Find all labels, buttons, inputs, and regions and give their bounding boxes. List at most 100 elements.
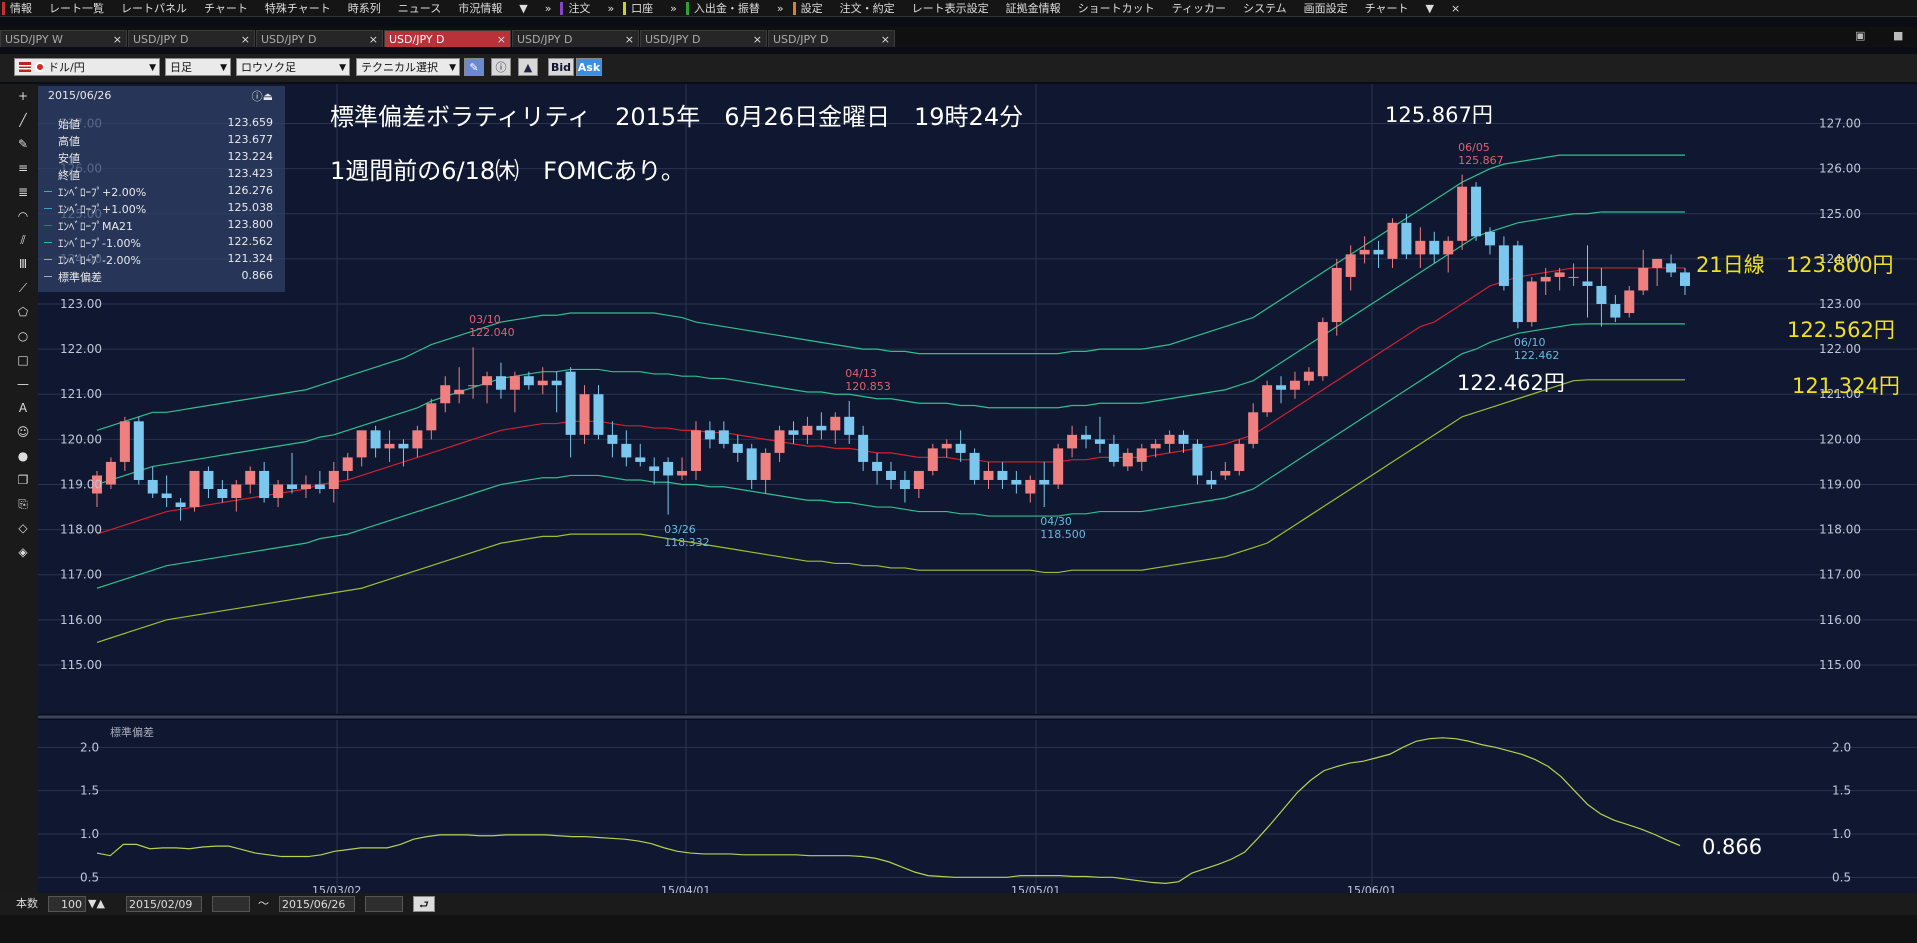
count-input[interactable]: 100: [48, 896, 86, 912]
candle-body: [1387, 222, 1398, 259]
to-time-input[interactable]: [365, 896, 403, 912]
count-stepper[interactable]: ▼▲: [88, 896, 116, 912]
drawing-tool-14-icon[interactable]: ☺: [13, 422, 33, 442]
ohlc-value: 122.562: [227, 235, 274, 248]
ohlc-label: 標準偏差: [58, 271, 102, 284]
candle-body: [1136, 448, 1147, 462]
candle-body: [287, 484, 298, 489]
point-value: 122.462: [1513, 349, 1560, 363]
drawing-tool-12-icon[interactable]: —: [13, 374, 33, 394]
from-date-input[interactable]: 2015/02/09: [126, 896, 202, 912]
refresh-button[interactable]: ⮐: [413, 896, 435, 912]
ohlc-value: 121.324: [227, 252, 274, 265]
candle-body: [147, 479, 158, 494]
sub-y-tick-left: 0.5: [80, 870, 99, 884]
ohlc-row: 終値 123.423: [38, 167, 285, 183]
candle-body: [1053, 448, 1064, 485]
candle-body: [203, 470, 214, 489]
candle[interactable]: [1317, 317, 1328, 381]
drawing-tool-13-icon[interactable]: A: [13, 398, 33, 418]
sub-y-tick-right: 0.5: [1832, 870, 1851, 884]
candle[interactable]: [1512, 240, 1523, 329]
drawing-tool-4-icon[interactable]: ≣: [13, 182, 33, 202]
candle-body: [440, 385, 451, 404]
candle[interactable]: [1526, 276, 1537, 327]
candle-body: [1248, 412, 1259, 444]
chart-canvas: 127.00127.00126.00126.00125.00125.00124.…: [0, 84, 1917, 897]
candle-body: [273, 484, 284, 499]
annotation-high: 125.867円: [1385, 103, 1493, 127]
candle-body: [314, 484, 325, 489]
candle-body: [677, 470, 688, 476]
candle-body: [969, 452, 980, 480]
ohlc-label: ｴﾝﾍﾞﾛｰﾌﾟ-1.00%: [58, 237, 141, 250]
candle-body: [119, 421, 130, 462]
candle-body: [1122, 452, 1133, 467]
candle-body: [788, 430, 799, 435]
drawing-tool-9-icon[interactable]: ⬠: [13, 302, 33, 322]
y-tick-right: 117.00: [1819, 568, 1861, 582]
candle[interactable]: [1624, 285, 1635, 318]
candle-body: [384, 443, 395, 449]
drawing-tool-2-icon[interactable]: ✎: [13, 134, 33, 154]
drawing-tool-8-icon[interactable]: ⟋: [13, 278, 33, 298]
ohlc-row: ｴﾝﾍﾞﾛｰﾌﾟ-2.00% 121.324: [38, 252, 285, 268]
from-time-input[interactable]: [212, 896, 250, 912]
to-date-input[interactable]: 2015/06/26: [279, 896, 355, 912]
candle-body: [844, 416, 855, 435]
y-tick-left: 115.00: [60, 658, 102, 672]
candle[interactable]: [969, 448, 980, 485]
candle-body: [1638, 267, 1649, 291]
candle-body: [1568, 276, 1579, 278]
candle[interactable]: [133, 416, 144, 485]
legend-swatch: [44, 259, 52, 260]
candle-body: [300, 484, 311, 489]
candle-body: [1596, 285, 1607, 305]
drawing-tool-5-icon[interactable]: ◠: [13, 206, 33, 226]
sub-y-tick-right: 2.0: [1832, 740, 1851, 754]
candle-body: [1582, 281, 1593, 286]
candle-body: [1652, 258, 1663, 268]
candle-body: [746, 448, 757, 480]
candle[interactable]: [105, 457, 116, 489]
point-value: 118.332: [664, 535, 710, 549]
drawing-tool-19-icon[interactable]: ◈: [13, 542, 33, 562]
candle-body: [1484, 231, 1495, 246]
candle-body: [1025, 479, 1036, 494]
candle-body: [635, 457, 646, 462]
ohlc-row: 始値 123.659: [38, 116, 285, 132]
point-date: 04/30: [1040, 515, 1072, 529]
drawing-tool-1-icon[interactable]: ╱: [13, 110, 33, 130]
drawing-tool-11-icon[interactable]: □: [13, 350, 33, 370]
candle-body: [663, 461, 674, 476]
ohlc-date: 2015/06/26: [48, 89, 112, 102]
candle-body: [1512, 245, 1523, 323]
drawing-tool-6-icon[interactable]: ⫽: [13, 230, 33, 250]
drawing-tool-17-icon[interactable]: ⎘: [13, 494, 33, 514]
drawing-tool-18-icon[interactable]: ◇: [13, 518, 33, 538]
candle-body: [649, 466, 660, 471]
drawing-tool-15-icon[interactable]: ●: [13, 446, 33, 466]
candle[interactable]: [1262, 380, 1273, 417]
drawing-tool-16-icon[interactable]: ❐: [13, 470, 33, 490]
candle-body: [1526, 281, 1537, 323]
legend-swatch: [44, 191, 52, 192]
candle[interactable]: [1234, 439, 1245, 476]
sub-y-tick-left: 2.0: [80, 740, 99, 754]
ohlc-label: ｴﾝﾍﾞﾛｰﾌﾟ-2.00%: [58, 254, 141, 267]
candle[interactable]: [927, 443, 938, 476]
candle-body: [189, 470, 200, 508]
candle[interactable]: [1471, 182, 1482, 241]
ohlc-row: ｴﾝﾍﾞﾛｰﾌﾟ+2.00% 126.276: [38, 184, 285, 200]
panel-info-icon[interactable]: ⓘ⏏: [252, 88, 273, 104]
drawing-tool-3-icon[interactable]: ≡: [13, 158, 33, 178]
candle[interactable]: [189, 470, 200, 512]
drawing-tool-0-icon[interactable]: +: [13, 86, 33, 106]
candle-body: [941, 443, 952, 449]
candle[interactable]: [1053, 443, 1064, 489]
y-tick-left: 123.00: [60, 297, 102, 311]
drawing-tool-10-icon[interactable]: ○: [13, 326, 33, 346]
candle-body: [259, 470, 270, 499]
point-value: 120.853: [845, 379, 891, 393]
drawing-tool-7-icon[interactable]: Ⅲ: [13, 254, 33, 274]
